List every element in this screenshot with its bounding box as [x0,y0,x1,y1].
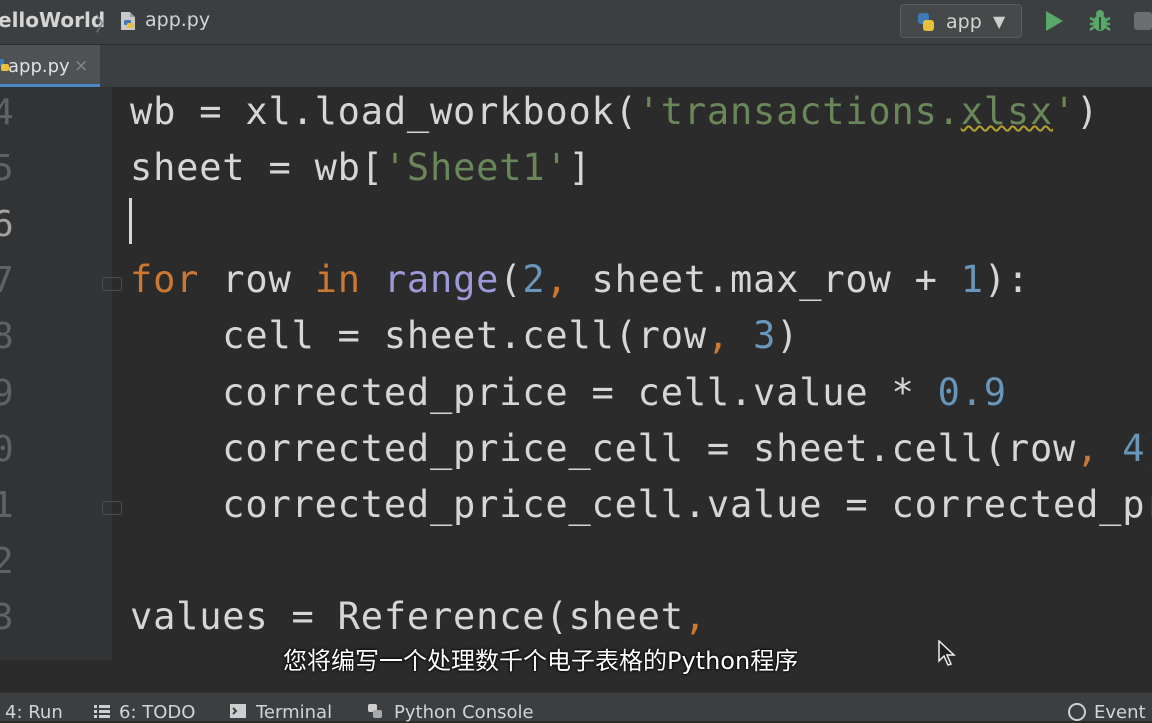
line-number: 8 [0,316,14,357]
code-editor[interactable]: 4 5 6 7 8 9 0 1 2 3 wb = xl.load_workboo… [0,87,1152,660]
event-log-icon [1068,703,1086,721]
line-number: 7 [0,260,14,301]
breadcrumb-project[interactable]: elloWorld [0,8,105,32]
close-icon[interactable]: × [74,56,88,76]
line-number: 6 [0,204,14,245]
line-number: 5 [0,148,14,189]
tab-app-py[interactable]: app.py × [0,45,100,87]
code-line: sheet = wb['Sheet1'] [130,146,592,189]
debug-bug-icon[interactable] [1087,8,1113,34]
text-caret [129,198,132,244]
toolbar-overflow-icon[interactable] [1134,12,1152,30]
tab-label: app.py [8,56,70,77]
code-line: values = Reference(sheet, [130,595,707,638]
run-configuration-dropdown[interactable]: app ▼ [900,4,1022,38]
code-line: cell = sheet.cell(row, 3) [130,314,800,357]
code-line: corrected_price_cell.value = corrected_p… [130,483,1152,526]
python-file-icon [121,12,135,30]
terminal-icon [230,704,246,718]
run-icon[interactable] [1043,9,1065,33]
line-number-gutter: 4 5 6 7 8 9 0 1 2 3 [0,87,112,660]
fold-marker-icon[interactable] [102,501,122,515]
line-number: 2 [0,541,14,582]
navigation-bar: elloWorld 〉 app.py app ▼ [0,0,1152,45]
list-icon [94,705,110,718]
python-console-icon [368,704,382,718]
chevron-down-icon: ▼ [993,12,1006,31]
code-line: for row in range(2, sheet.max_row + 1): [130,258,1031,301]
breadcrumb-file[interactable]: app.py [145,9,210,31]
line-number: 3 [0,597,14,638]
video-subtitle: 您将编写一个处理数千个电子表格的Python程序 [283,647,799,675]
code-line: corrected_price = cell.value * 0.9 [130,371,1007,414]
line-number: 1 [0,485,14,526]
mouse-pointer-icon [938,640,956,666]
run-configuration-label: app [946,11,982,33]
line-number: 4 [0,92,14,133]
line-number: 0 [0,429,14,470]
tool-window-bar: 4: Run 6: TODO Terminal Python Console E… [0,692,1152,723]
fold-marker-icon[interactable] [102,277,122,291]
line-number: 9 [0,373,14,414]
code-line: wb = xl.load_workbook('transactions.xlsx… [130,90,1100,133]
breadcrumb-separator: 〉 [95,12,115,36]
code-line: corrected_price_cell = sheet.cell(row, 4… [130,427,1152,470]
python-icon [918,13,934,31]
editor-tab-bar: app.py × [0,45,1152,87]
